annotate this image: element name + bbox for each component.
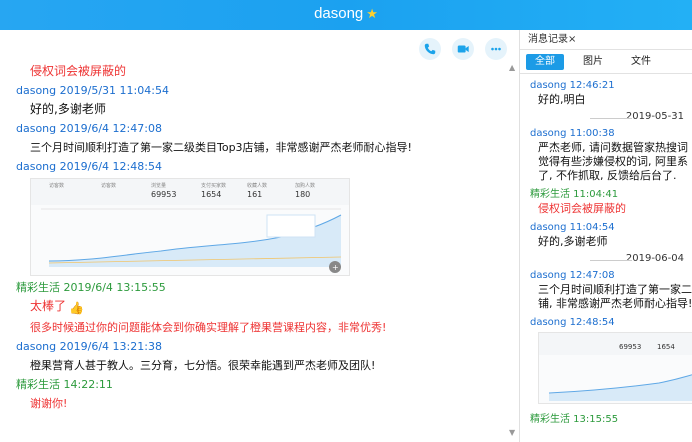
history-text: 严杰老师, 请问数据管家热搜词: [538, 141, 688, 154]
message-text: 侵权词会被屏蔽的: [30, 64, 127, 78]
message-text: 谢谢你!: [30, 397, 68, 410]
history-text: 了, 不作抓取, 反馈给后台了.: [538, 169, 677, 182]
history-sender: dasong 11:00:38: [530, 128, 615, 139]
history-text: 觉得有些涉嫌侵权的词, 阿里系: [538, 155, 688, 168]
history-sender: dasong 12:46:21: [530, 80, 615, 91]
message-image[interactable]: 访客数 访客数 浏览量 支付买家数 收藏人数 加购人数 69953 1654 1…: [30, 178, 350, 276]
stat-label: 访客数: [101, 182, 116, 189]
filter-files[interactable]: 文件: [622, 54, 660, 70]
message-list: 侵权词会被屏蔽的 dasong 2019/5/31 11:04:54 好的,多谢…: [16, 64, 511, 411]
window-title: dasong: [314, 5, 364, 22]
stat-label: 支付买家数: [201, 182, 226, 189]
scroll-up-icon[interactable]: ▲: [509, 63, 515, 72]
message-text: 三个月时间顺利打造了第一家二级类目Top3店铺，非常感谢严杰老师耐心指导!: [30, 141, 412, 154]
shop-stats-screenshot: 访客数 访客数 浏览量 支付买家数 收藏人数 加购人数 69953 1654 1…: [31, 179, 349, 273]
phone-icon[interactable]: [419, 38, 441, 60]
svg-text:69953: 69953: [619, 343, 641, 351]
stat-label: 加购人数: [295, 182, 315, 189]
scroll-down-icon[interactable]: ▼: [509, 428, 515, 437]
filter-images[interactable]: 图片: [574, 54, 612, 70]
history-list: dasong 12:46:21 好的,明白 2019-05-31 dasong …: [520, 80, 692, 425]
date-divider: 2019-06-04: [530, 253, 692, 264]
video-icon[interactable]: [452, 38, 474, 60]
stat-label: 访客数: [49, 182, 64, 189]
more-icon[interactable]: [485, 38, 507, 60]
message-text: 很多时候通过你的问题能体会到你确实理解了橙果营课程内容，非常优秀!: [30, 321, 387, 334]
history-sender: dasong 11:04:54: [530, 222, 615, 233]
message-sender: 精彩生活 2019/6/4 13:15:55: [16, 281, 166, 294]
thumbs-up-icon: 👍: [69, 301, 84, 315]
history-sender: dasong 12:48:54: [530, 317, 615, 328]
message-sender: dasong 2019/6/4 12:47:08: [16, 122, 162, 135]
date-divider: 2019-05-31: [530, 111, 692, 122]
svg-text:1654: 1654: [657, 343, 675, 351]
close-icon[interactable]: ×: [568, 34, 576, 45]
message-sender: dasong 2019/6/4 13:21:38: [16, 340, 162, 353]
history-text: 好的,明白: [538, 93, 586, 106]
message-sender: dasong 2019/6/4 12:48:54: [16, 160, 162, 173]
stat-value: 161: [247, 190, 262, 199]
history-sender: 精彩生活 13:15:55: [530, 414, 619, 425]
chat-toolbar: [419, 38, 507, 60]
shop-stats-thumbnail: 69953 1654: [539, 333, 692, 401]
star-icon: ★: [366, 7, 378, 22]
history-text: 侵权词会被屏蔽的: [538, 202, 626, 215]
history-image[interactable]: 69953 1654: [538, 332, 692, 404]
tab-history[interactable]: 消息记录×: [520, 30, 692, 50]
message-text: 好的,多谢老师: [30, 102, 106, 116]
history-panel: 消息记录× 全部 图片 文件 dasong 12:46:21 好的,明白 201…: [519, 30, 692, 442]
stat-label: 收藏人数: [247, 182, 267, 189]
stat-value: 180: [295, 190, 310, 199]
history-text: 三个月时间顺利打造了第一家二级: [538, 283, 692, 296]
stat-value: 1654: [201, 190, 221, 199]
message-sender: dasong 2019/5/31 11:04:54: [16, 84, 169, 97]
history-text: 铺, 非常感谢严杰老师耐心指导!: [538, 297, 692, 310]
title-bar: dasong ★: [0, 0, 692, 30]
message-sender: 精彩生活 14:22:11: [16, 378, 113, 391]
stat-label: 浏览量: [151, 182, 166, 189]
chat-window: 侵权词会被屏蔽的 dasong 2019/5/31 11:04:54 好的,多谢…: [0, 30, 519, 442]
history-text: 好的,多谢老师: [538, 235, 608, 248]
filter-all[interactable]: 全部: [526, 53, 564, 70]
stat-value: 69953: [151, 190, 176, 199]
history-sender: 精彩生活 11:04:41: [530, 189, 619, 200]
history-sender: dasong 12:47:08: [530, 270, 615, 281]
filter-bar: 全部 图片 文件: [520, 50, 692, 74]
message-text: 橙果营育人甚于教人。三分育，七分悟。很荣幸能遇到严杰老师及团队!: [30, 359, 376, 372]
message-text: 太棒了 👍: [30, 299, 84, 315]
zoom-icon: +: [332, 263, 339, 272]
